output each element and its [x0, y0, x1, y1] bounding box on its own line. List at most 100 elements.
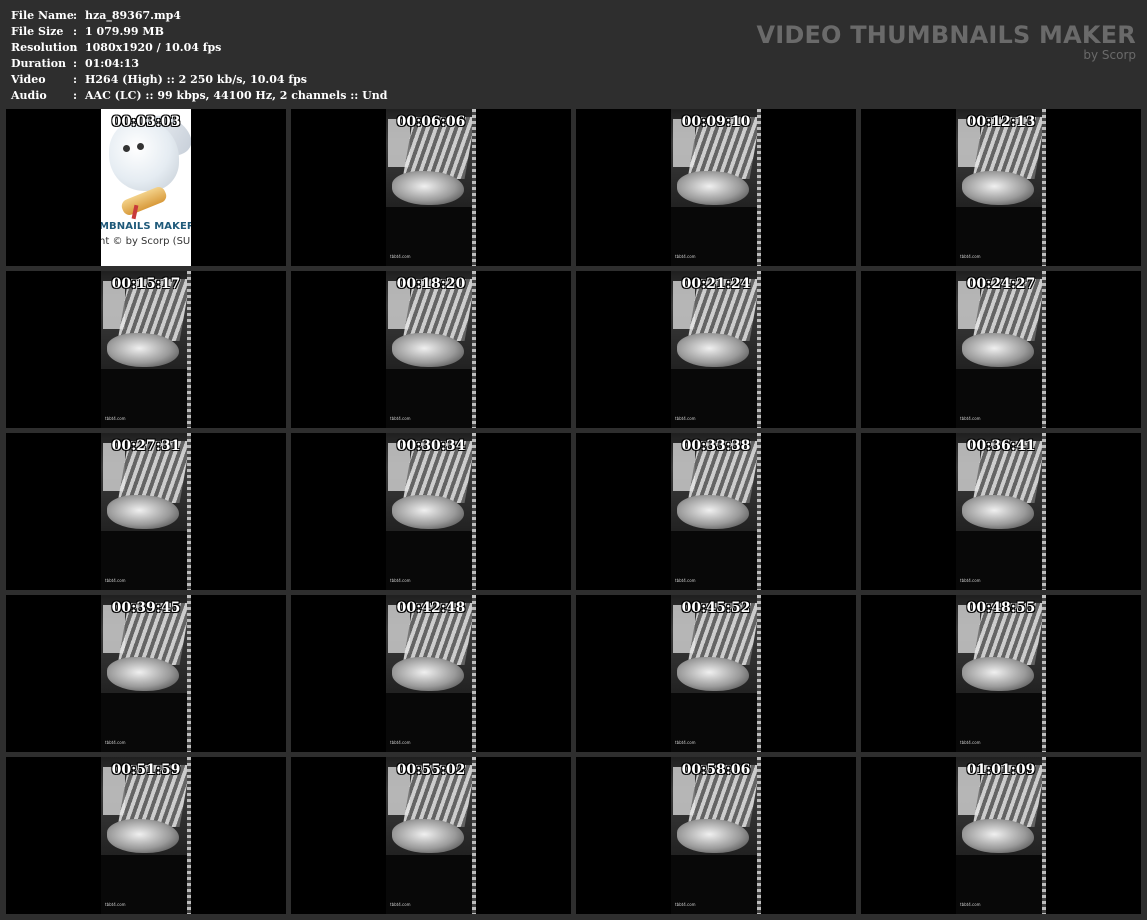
- info-row-duration: Duration : 01:04:13: [11, 56, 387, 72]
- info-separator: :: [73, 73, 78, 86]
- thumbnail-image: tbbt4.com: [386, 757, 476, 914]
- frame-edge: [187, 433, 191, 590]
- info-row-audio: Audio : AAC (LC) :: 99 kbps, 44100 Hz, 2…: [11, 88, 387, 104]
- blanket-shape: [962, 819, 1034, 853]
- frame-watermark: tbbt4.com: [390, 578, 411, 583]
- thumbnail-cell[interactable]: tbbt4.com 00:18:20: [291, 271, 571, 428]
- info-value: H264 (High) :: 2 250 kb/s, 10.04 fps: [85, 73, 307, 86]
- info-value: 1080x1920 / 10.04 fps: [85, 41, 222, 54]
- thumbnail-image: tbbt4.com: [386, 109, 476, 266]
- blanket-shape: [677, 819, 749, 853]
- thumbnail-timestamp: 00:12:13: [966, 114, 1036, 130]
- thumbnail-cell[interactable]: tbbt4.com 00:36:41: [861, 433, 1141, 590]
- brand-title: VIDEO THUMBNAILS MAKER: [756, 21, 1136, 49]
- thumbnail-cell[interactable]: MBNAILS MAKER 8 ht © by Scorp (SU 00:03:03: [6, 109, 286, 266]
- thumbnail-timestamp: 00:09:10: [681, 114, 751, 130]
- info-row-video: Video : H264 (High) :: 2 250 kb/s, 10.04…: [11, 72, 387, 88]
- frame-edge: [1042, 595, 1046, 752]
- thumbnail-cell[interactable]: tbbt4.com 00:09:10: [576, 109, 856, 266]
- frame-watermark: tbbt4.com: [675, 254, 696, 259]
- thumbnail-image: tbbt4.com: [956, 433, 1046, 590]
- thumbnail-cell[interactable]: tbbt4.com 00:48:55: [861, 595, 1141, 752]
- info-separator: :: [73, 89, 78, 102]
- info-separator: :: [73, 25, 78, 38]
- thumbnail-timestamp: 00:27:31: [111, 438, 181, 454]
- thumbnail-cell[interactable]: tbbt4.com 00:33:38: [576, 433, 856, 590]
- thumbnail-cell[interactable]: tbbt4.com 00:39:45: [6, 595, 286, 752]
- blanket-shape: [962, 171, 1034, 205]
- frame-edge: [187, 595, 191, 752]
- thumbnail-cell[interactable]: tbbt4.com 00:15:17: [6, 271, 286, 428]
- blanket-shape: [392, 333, 464, 367]
- frame-watermark: tbbt4.com: [960, 740, 981, 745]
- blanket-shape: [962, 333, 1034, 367]
- thumbnail-image: tbbt4.com: [956, 271, 1046, 428]
- info-label: Audio: [11, 89, 47, 102]
- frame-watermark: tbbt4.com: [960, 416, 981, 421]
- info-row-resolution: Resolution : 1080x1920 / 10.04 fps: [11, 40, 387, 56]
- frame-watermark: tbbt4.com: [105, 578, 126, 583]
- thumbnail-image: tbbt4.com: [956, 757, 1046, 914]
- thumbnail-timestamp: 00:55:02: [396, 762, 466, 778]
- blanket-shape: [392, 819, 464, 853]
- blanket-shape: [107, 657, 179, 691]
- thumbnail-cell[interactable]: tbbt4.com 00:45:52: [576, 595, 856, 752]
- frame-edge: [1042, 757, 1046, 914]
- info-value: AAC (LC) :: 99 kbps, 44100 Hz, 2 channel…: [85, 89, 388, 102]
- frame-watermark: tbbt4.com: [105, 902, 126, 907]
- info-label: Resolution: [11, 41, 78, 54]
- thumbnail-timestamp: 01:01:09: [966, 762, 1036, 778]
- blanket-shape: [677, 171, 749, 205]
- frame-edge: [1042, 433, 1046, 590]
- blanket-shape: [962, 657, 1034, 691]
- info-row-file-size: File Size : 1 079.99 MB: [11, 24, 387, 40]
- thumbnail-timestamp: 00:48:55: [966, 600, 1036, 616]
- frame-watermark: tbbt4.com: [960, 902, 981, 907]
- thumbnail-timestamp: 00:39:45: [111, 600, 181, 616]
- thumbnail-cell[interactable]: tbbt4.com 00:51:59: [6, 757, 286, 914]
- info-label: File Name: [11, 9, 74, 22]
- owl-eye-icon: [123, 145, 130, 152]
- frame-edge: [472, 109, 476, 266]
- thumbnail-cell[interactable]: tbbt4.com 01:01:09: [861, 757, 1141, 914]
- logo-frame-text: MBNAILS MAKER 8: [101, 221, 191, 232]
- frame-edge: [757, 109, 761, 266]
- thumbnail-timestamp: 00:36:41: [966, 438, 1036, 454]
- blanket-shape: [677, 495, 749, 529]
- frame-edge: [187, 271, 191, 428]
- thumbnail-image: tbbt4.com: [671, 595, 761, 752]
- info-label: Video: [11, 73, 46, 86]
- frame-watermark: tbbt4.com: [390, 902, 411, 907]
- frame-watermark: tbbt4.com: [105, 416, 126, 421]
- thumbnail-cell[interactable]: tbbt4.com 00:21:24: [576, 271, 856, 428]
- info-label: Duration: [11, 57, 67, 70]
- thumbnail-cell[interactable]: tbbt4.com 00:12:13: [861, 109, 1141, 266]
- thumbnail-image: tbbt4.com: [671, 109, 761, 266]
- thumbnail-cell[interactable]: tbbt4.com 00:06:06: [291, 109, 571, 266]
- thumbnail-cell[interactable]: tbbt4.com 00:55:02: [291, 757, 571, 914]
- frame-edge: [757, 757, 761, 914]
- thumbnail-image: tbbt4.com: [386, 595, 476, 752]
- thumbnail-cell[interactable]: tbbt4.com 00:30:34: [291, 433, 571, 590]
- thumbnail-cell[interactable]: tbbt4.com 00:24:27: [861, 271, 1141, 428]
- thumbnail-cell[interactable]: tbbt4.com 00:27:31: [6, 433, 286, 590]
- thumbnail-timestamp: 00:51:59: [111, 762, 181, 778]
- thumbnail-image: tbbt4.com: [101, 757, 191, 914]
- thumbnail-image: tbbt4.com: [956, 109, 1046, 266]
- thumbnail-timestamp: 00:58:06: [681, 762, 751, 778]
- blanket-shape: [962, 495, 1034, 529]
- brand-subtitle: by Scorp: [1083, 48, 1136, 62]
- thumbnail-image: tbbt4.com: [671, 433, 761, 590]
- thumbnail-image: tbbt4.com: [386, 433, 476, 590]
- thumbnail-cell[interactable]: tbbt4.com 00:58:06: [576, 757, 856, 914]
- thumbnail-timestamp: 00:30:34: [396, 438, 466, 454]
- frame-watermark: tbbt4.com: [960, 254, 981, 259]
- thumbnail-logo-frame: MBNAILS MAKER 8 ht © by Scorp (SU: [101, 109, 191, 266]
- thumbnail-timestamp: 00:33:38: [681, 438, 751, 454]
- thumbnail-cell[interactable]: tbbt4.com 00:42:48: [291, 595, 571, 752]
- frame-watermark: tbbt4.com: [960, 578, 981, 583]
- frame-edge: [1042, 271, 1046, 428]
- frame-watermark: tbbt4.com: [390, 254, 411, 259]
- thumbnail-timestamp: 00:18:20: [396, 276, 466, 292]
- thumbnail-timestamp: 00:42:48: [396, 600, 466, 616]
